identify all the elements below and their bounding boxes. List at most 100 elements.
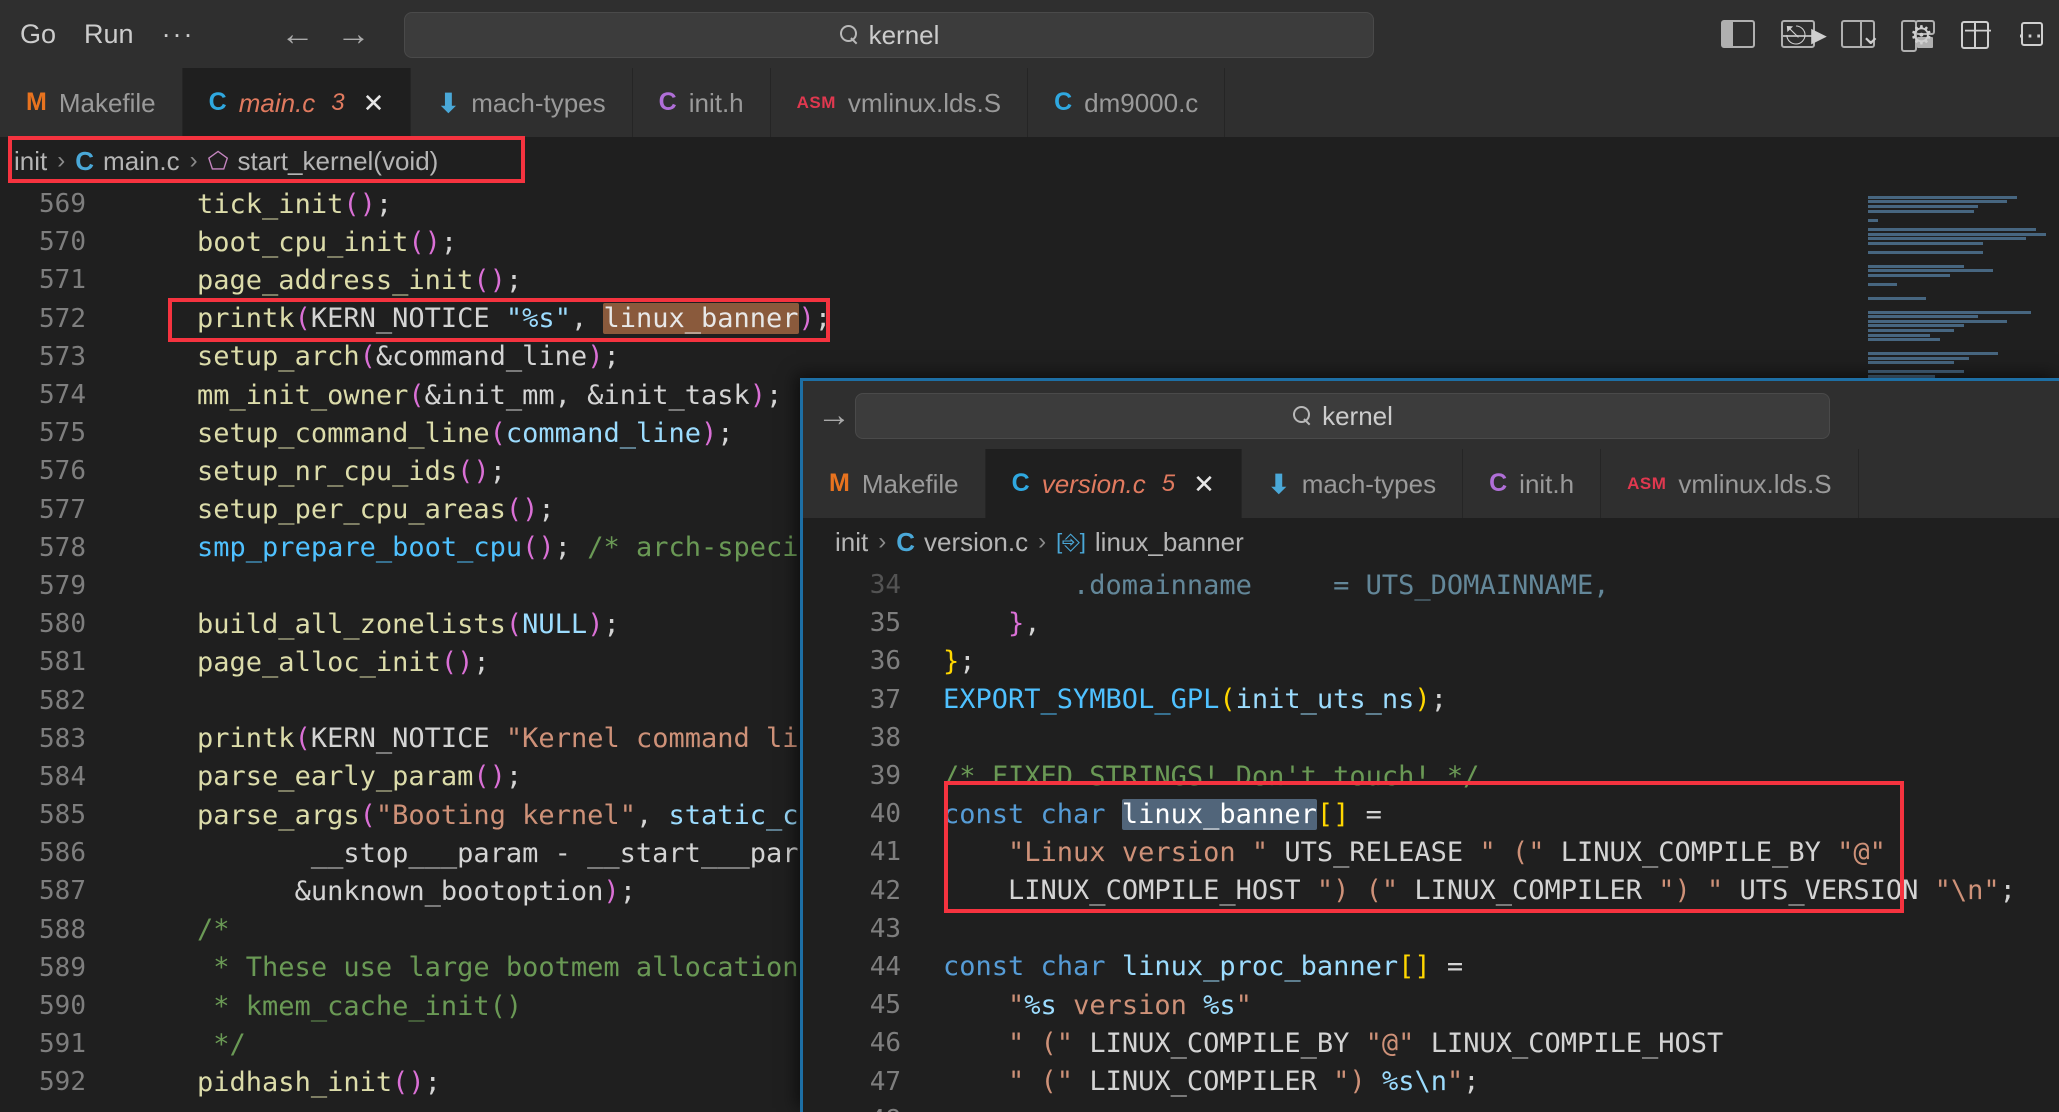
header-file-icon: C bbox=[1489, 469, 1508, 497]
code-token: parse_early_param bbox=[197, 761, 474, 793]
code-line[interactable]: 44 const char linux_proc_banner[] = bbox=[803, 948, 2059, 986]
breadcrumb-item-file[interactable]: version.c bbox=[924, 527, 1028, 558]
code-line[interactable]: 569 tick_init(); bbox=[0, 185, 2059, 223]
code-token: &unknown_bootoption bbox=[294, 875, 604, 907]
code-line[interactable]: 47 " (" LINUX_COMPILER ") %s\n"; bbox=[803, 1062, 2059, 1100]
code-line[interactable]: 48 bbox=[803, 1101, 2059, 1112]
gear-icon[interactable]: ⚙ bbox=[1910, 22, 1933, 48]
code-token: , bbox=[635, 799, 669, 831]
code-token: ; bbox=[440, 226, 458, 258]
minimap-line bbox=[1868, 310, 2032, 314]
code-line[interactable]: 34 .domainname = UTS_DOMAINNAME, bbox=[803, 566, 2059, 604]
code-line[interactable]: 36}; bbox=[803, 642, 2059, 680]
code-token: &command_line bbox=[375, 341, 588, 373]
editor-tab-main-c[interactable]: Cmain.c 3 ✕ bbox=[182, 68, 412, 137]
code-text: build_all_zonelists(NULL); bbox=[108, 609, 620, 640]
code-text: page_address_init(); bbox=[108, 265, 522, 296]
code-token: "@" bbox=[1365, 1027, 1415, 1059]
code-line[interactable]: 38 bbox=[803, 719, 2059, 757]
menu-item-run[interactable]: Run bbox=[70, 16, 148, 53]
editor-tab-init-h[interactable]: Cinit.h bbox=[1463, 449, 1602, 518]
code-token: version bbox=[1056, 989, 1204, 1021]
command-search-box[interactable]: kernel bbox=[404, 12, 1374, 58]
code-line[interactable]: 572 printk(KERN_NOTICE "%s", linux_banne… bbox=[0, 300, 2059, 338]
forward-arrow-icon[interactable]: → bbox=[337, 17, 371, 51]
code-line[interactable]: 41 "Linux version " UTS_RELEASE " (" LIN… bbox=[803, 833, 2059, 871]
code-text: */ bbox=[108, 1029, 246, 1060]
code-token: ) bbox=[798, 303, 815, 335]
editor-tab-vmlinux-lds-s[interactable]: ASM vmlinux.lds.S bbox=[1601, 449, 1859, 518]
editor-tab-makefile[interactable]: M Makefile bbox=[803, 449, 986, 518]
code-line[interactable]: 42 LINUX_COMPILE_HOST ") (" LINUX_COMPIL… bbox=[803, 872, 2059, 910]
code-token: "Kernel command line bbox=[505, 723, 832, 755]
editor-actions: ⎋► ⌄ ⚙ ⋯ bbox=[1786, 0, 2049, 69]
line-number: 36 bbox=[869, 646, 901, 677]
code-token: " bbox=[1008, 989, 1025, 1021]
close-icon[interactable]: ✕ bbox=[363, 90, 385, 116]
code-token: /* bbox=[197, 914, 230, 946]
code-text: LINUX_COMPILE_HOST ") (" LINUX_COMPILER … bbox=[925, 875, 2016, 906]
code-line[interactable]: 40 const char linux_banner[] = bbox=[803, 795, 2059, 833]
code-token: " (" bbox=[1008, 1027, 1074, 1059]
minimap[interactable] bbox=[1854, 185, 2059, 383]
inner-command-search-box[interactable]: kernel bbox=[855, 393, 1830, 439]
code-line[interactable]: 570 boot_cpu_init(); bbox=[0, 223, 2059, 261]
code-token: ( bbox=[522, 532, 539, 564]
code-line[interactable]: 39 /* FIXED STRINGS! Don't touch! */ bbox=[803, 757, 2059, 795]
code-token: ; bbox=[554, 532, 571, 564]
breadcrumb-item-init[interactable]: init bbox=[14, 146, 47, 177]
code-text: &unknown_bootoption); bbox=[108, 876, 636, 907]
code-editor-secondary[interactable]: 34 .domainname = UTS_DOMAINNAME, 35 }, 36}… bbox=[803, 566, 2059, 1112]
breadcrumb-item-file[interactable]: main.c bbox=[103, 146, 180, 177]
breadcrumb-item-symbol[interactable]: start_kernel(void) bbox=[237, 146, 438, 177]
code-token: ) bbox=[700, 417, 718, 449]
code-line[interactable]: 35 }, bbox=[803, 604, 2059, 642]
editor-tab-init-h[interactable]: Cinit.h bbox=[632, 68, 771, 137]
code-line[interactable]: 46 " (" LINUX_COMPILE_BY "@" LINUX_COMPI… bbox=[803, 1024, 2059, 1062]
c-file-icon: C bbox=[1054, 88, 1073, 116]
code-text: " (" LINUX_COMPILER ") %s\n"; bbox=[925, 1066, 1479, 1097]
symbol-variable-icon: [⎆] bbox=[1056, 529, 1086, 554]
code-line[interactable]: 43 bbox=[803, 910, 2059, 948]
editor-tab-version-c[interactable]: Cversion.c 5 ✕ bbox=[985, 449, 1242, 518]
code-token: %s bbox=[1203, 989, 1236, 1021]
split-editor-icon[interactable] bbox=[1961, 20, 1989, 49]
editor-tab-mach-types[interactable]: ⬇ mach-types bbox=[411, 68, 633, 137]
code-text: page_alloc_init(); bbox=[108, 647, 490, 678]
highlighted-symbol: linux_banner bbox=[603, 303, 799, 335]
breadcrumb-item-init[interactable]: init bbox=[835, 527, 868, 558]
minimap-line bbox=[1868, 273, 1950, 277]
close-icon[interactable]: ✕ bbox=[1193, 471, 1215, 497]
editor-tab-vmlinux-lds-s[interactable]: ASM vmlinux.lds.S bbox=[770, 68, 1029, 137]
code-line[interactable]: 45 "%s version %s" bbox=[803, 986, 2059, 1024]
code-token: = bbox=[1430, 951, 1464, 983]
inner-forward-arrow-icon[interactable]: → bbox=[817, 398, 851, 432]
menu-overflow-icon[interactable]: ··· bbox=[148, 19, 209, 50]
code-token: ; bbox=[814, 303, 832, 335]
toggle-primary-sidebar-icon[interactable] bbox=[1721, 20, 1755, 48]
editor-tab-makefile[interactable]: M Makefile bbox=[0, 68, 183, 137]
code-line[interactable]: 571 page_address_init(); bbox=[0, 261, 2059, 299]
code-line[interactable]: 573 setup_arch(&command_line); bbox=[0, 338, 2059, 376]
tab-label: vmlinux.lds.S bbox=[1678, 468, 1832, 499]
code-line[interactable]: 37 EXPORT_SYMBOL_GPL(init_uts_ns); bbox=[803, 681, 2059, 719]
code-token: ( bbox=[473, 761, 490, 793]
code-text: "%s version %s" bbox=[925, 990, 1252, 1021]
back-arrow-icon[interactable]: ← bbox=[281, 17, 315, 51]
code-token: ; bbox=[959, 645, 976, 677]
minimap-line bbox=[1868, 283, 1897, 287]
search-icon bbox=[839, 25, 859, 45]
chevron-down-icon[interactable]: ⌄ bbox=[1860, 22, 1882, 48]
c-file-icon: C bbox=[208, 88, 227, 116]
search-icon bbox=[1292, 406, 1312, 426]
editor-tab-dm9000-c[interactable]: Cdm9000.c bbox=[1028, 68, 1226, 137]
run-debug-icon[interactable]: ⎋► bbox=[1786, 22, 1832, 48]
menu-item-go[interactable]: Go bbox=[6, 16, 70, 53]
breadcrumb-item-symbol[interactable]: linux_banner bbox=[1095, 527, 1244, 558]
editor-tab-mach-types[interactable]: ⬇ mach-types bbox=[1241, 449, 1464, 518]
more-actions-icon[interactable]: ⋯ bbox=[2017, 22, 2043, 48]
code-token: } bbox=[1008, 607, 1025, 639]
